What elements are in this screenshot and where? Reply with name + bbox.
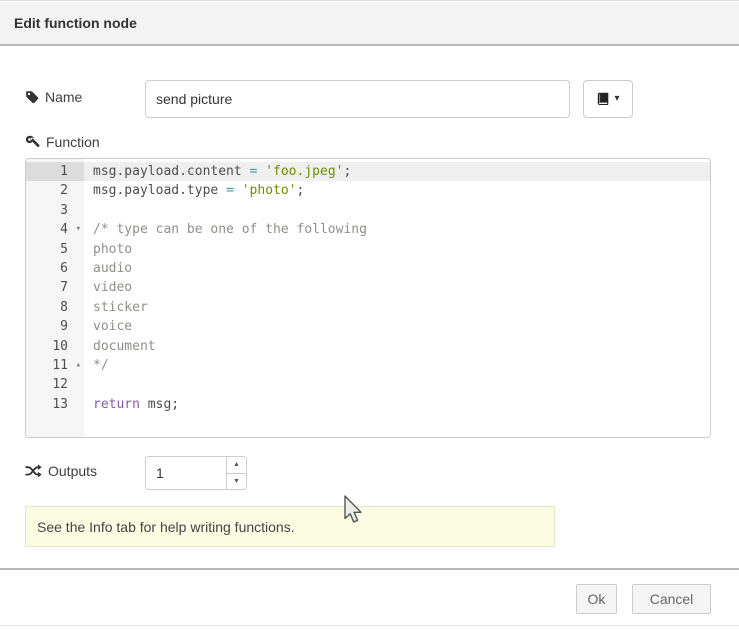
mouse-cursor [343,495,367,532]
code-text: photo [84,240,132,259]
outputs-label-text: Outputs [48,463,97,479]
fold-widget-icon[interactable]: ▾ [76,220,81,239]
form-tip-text: See the Info tab for help writing functi… [37,519,295,535]
code-text: return msg; [84,395,179,414]
line-number: 3 [26,201,84,220]
line-number: 2 [26,181,84,200]
code-text: sticker [84,298,148,317]
code-line[interactable]: 12 [26,375,710,394]
spinner-up-button[interactable]: ▲ [227,457,246,474]
code-line[interactable]: 5photo [26,240,710,259]
footer-divider [0,568,739,570]
spinner-down-button[interactable]: ▼ [227,474,246,490]
name-input[interactable] [145,80,570,118]
wrench-icon [25,135,40,150]
code-line[interactable]: 9voice [26,317,710,336]
code-text: audio [84,259,132,278]
name-label-text: Name [45,89,82,105]
code-line[interactable]: 3 [26,201,710,220]
code-line[interactable]: 10document [26,337,710,356]
code-line[interactable]: 8sticker [26,298,710,317]
code-text: */ [84,356,109,375]
code-text [84,375,93,394]
code-line[interactable]: 6audio [26,259,710,278]
line-number: 10 [26,337,84,356]
line-number: 6 [26,259,84,278]
code-line[interactable]: 1msg.payload.content = 'foo.jpeg'; [26,162,710,181]
dialog-bottom-edge [0,625,739,626]
outputs-label: Outputs [25,463,97,479]
code-line[interactable]: 4▾/* type can be one of the following [26,220,710,239]
line-number: 13 [26,395,84,414]
shuffle-icon [25,464,42,478]
code-text: document [84,337,156,356]
line-number: 11▴ [26,356,84,375]
line-number: 8 [26,298,84,317]
cancel-button[interactable]: Cancel [632,584,711,614]
line-number: 1 [26,162,84,181]
tag-icon [25,90,39,104]
ok-button[interactable]: Ok [576,584,617,614]
code-text: video [84,278,132,297]
caret-down-icon: ▾ [614,94,619,104]
dialog-title: Edit function node [14,15,137,31]
line-number: 12 [26,375,84,394]
code-line[interactable]: 2msg.payload.type = 'photo'; [26,181,710,200]
fold-widget-icon[interactable]: ▴ [76,356,81,375]
code-text: /* type can be one of the following [84,220,367,239]
line-number: 7 [26,278,84,297]
dialog-titlebar: Edit function node [0,2,739,46]
outputs-input[interactable] [146,457,226,489]
code-line[interactable]: 13return msg; [26,395,710,414]
book-icon [596,92,610,106]
form-tip: See the Info tab for help writing functi… [25,506,555,547]
name-label: Name [25,89,82,105]
code-text: msg.payload.type = 'photo'; [84,181,304,200]
code-line[interactable]: 7video [26,278,710,297]
edit-function-dialog: Edit function node Name ▾ [0,0,739,630]
code-editor[interactable]: 1msg.payload.content = 'foo.jpeg';2msg.p… [25,158,711,438]
code-text: voice [84,317,132,336]
line-number: 9 [26,317,84,336]
code-text [84,201,93,220]
outputs-spinner: ▲ ▼ [145,456,247,490]
code-text: msg.payload.content = 'foo.jpeg'; [84,162,351,181]
code-line[interactable]: 11▴*/ [26,356,710,375]
library-button[interactable]: ▾ [583,80,633,118]
function-label: Function [25,134,100,150]
line-number: 4▾ [26,220,84,239]
line-number: 5 [26,240,84,259]
function-label-text: Function [46,134,100,150]
